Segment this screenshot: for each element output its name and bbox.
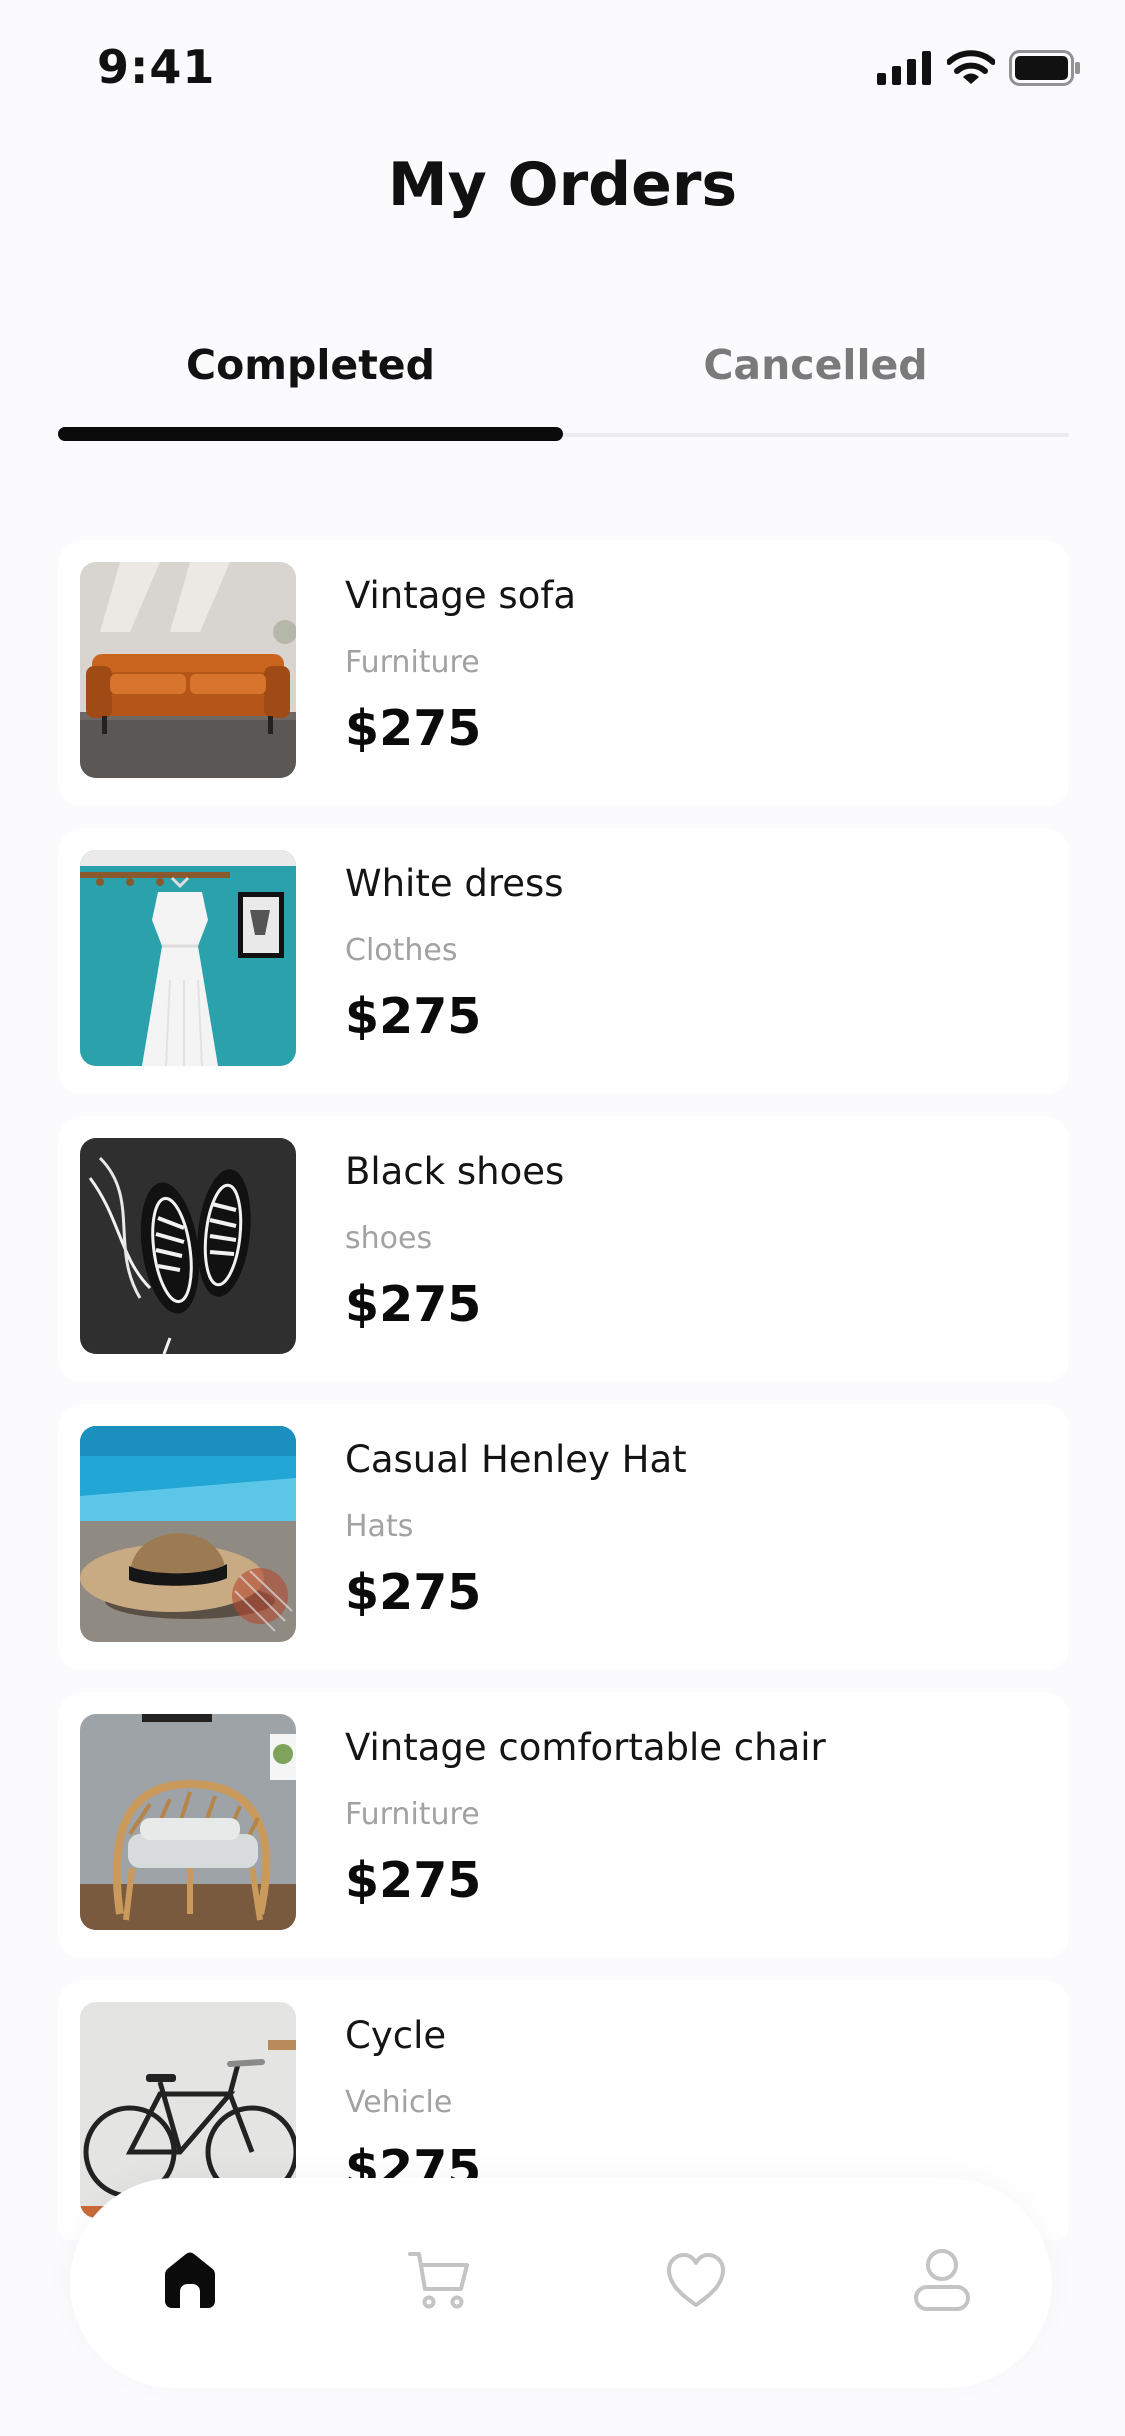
status-time: 9:41 [97, 40, 216, 94]
order-name: Casual Henley Hat [345, 1438, 687, 1481]
order-card[interactable]: Vintage comfortable chair Furniture $275 [58, 1692, 1069, 1958]
battery-icon [1009, 50, 1080, 86]
chair-photo [80, 1714, 296, 1930]
order-name: Vintage comfortable chair [345, 1726, 826, 1769]
heart-icon [667, 2253, 725, 2307]
order-tabs: Completed Cancelled [58, 330, 1069, 445]
order-card[interactable]: Vintage sofa Furniture $275 [58, 540, 1069, 806]
tab-completed[interactable]: Completed [58, 330, 563, 400]
profile-icon [914, 2249, 970, 2311]
order-card[interactable]: White dress Clothes $275 [58, 828, 1069, 1094]
order-category: Furniture [345, 645, 480, 680]
page-title: My Orders [387, 150, 738, 220]
order-name: Vintage sofa [345, 574, 577, 617]
nav-wishlist[interactable] [656, 2240, 736, 2320]
order-name: Black shoes [345, 1150, 565, 1193]
order-category: Vehicle [345, 2085, 453, 2120]
order-price: $275 [345, 1564, 482, 1621]
nav-home[interactable] [150, 2240, 230, 2320]
tab-cancelled[interactable]: Cancelled [563, 330, 1068, 400]
cart-icon [408, 2252, 469, 2309]
order-category: shoes [345, 1221, 433, 1256]
order-price: $275 [345, 1852, 482, 1909]
bottom-nav [70, 2178, 1052, 2388]
hat-photo [80, 1426, 296, 1642]
wifi-icon [947, 50, 995, 84]
order-category: Furniture [345, 1797, 480, 1832]
shoes-photo [80, 1138, 296, 1354]
my-orders-screen: 9:41 My Orders Completed Cancelled Vinta… [0, 0, 1125, 2436]
order-name: White dress [345, 862, 564, 905]
status-icons [877, 50, 1081, 86]
cellular-signal-icon [877, 51, 931, 85]
dress-photo [80, 850, 296, 1066]
order-list: Vintage sofa Furniture $275 White dress … [58, 540, 1069, 2240]
order-name: Cycle [345, 2014, 447, 2057]
order-price: $275 [345, 1276, 482, 1333]
nav-profile[interactable] [902, 2240, 982, 2320]
sofa-photo [80, 562, 296, 778]
tab-active-indicator [58, 427, 563, 441]
order-price: $275 [345, 700, 482, 757]
order-card[interactable]: Casual Henley Hat Hats $275 [58, 1404, 1069, 1670]
nav-cart[interactable] [400, 2240, 480, 2320]
home-icon [165, 2252, 215, 2308]
order-category: Clothes [345, 933, 458, 968]
order-card[interactable]: Black shoes shoes $275 [58, 1116, 1069, 1382]
order-price: $275 [345, 988, 482, 1045]
order-category: Hats [345, 1509, 414, 1544]
